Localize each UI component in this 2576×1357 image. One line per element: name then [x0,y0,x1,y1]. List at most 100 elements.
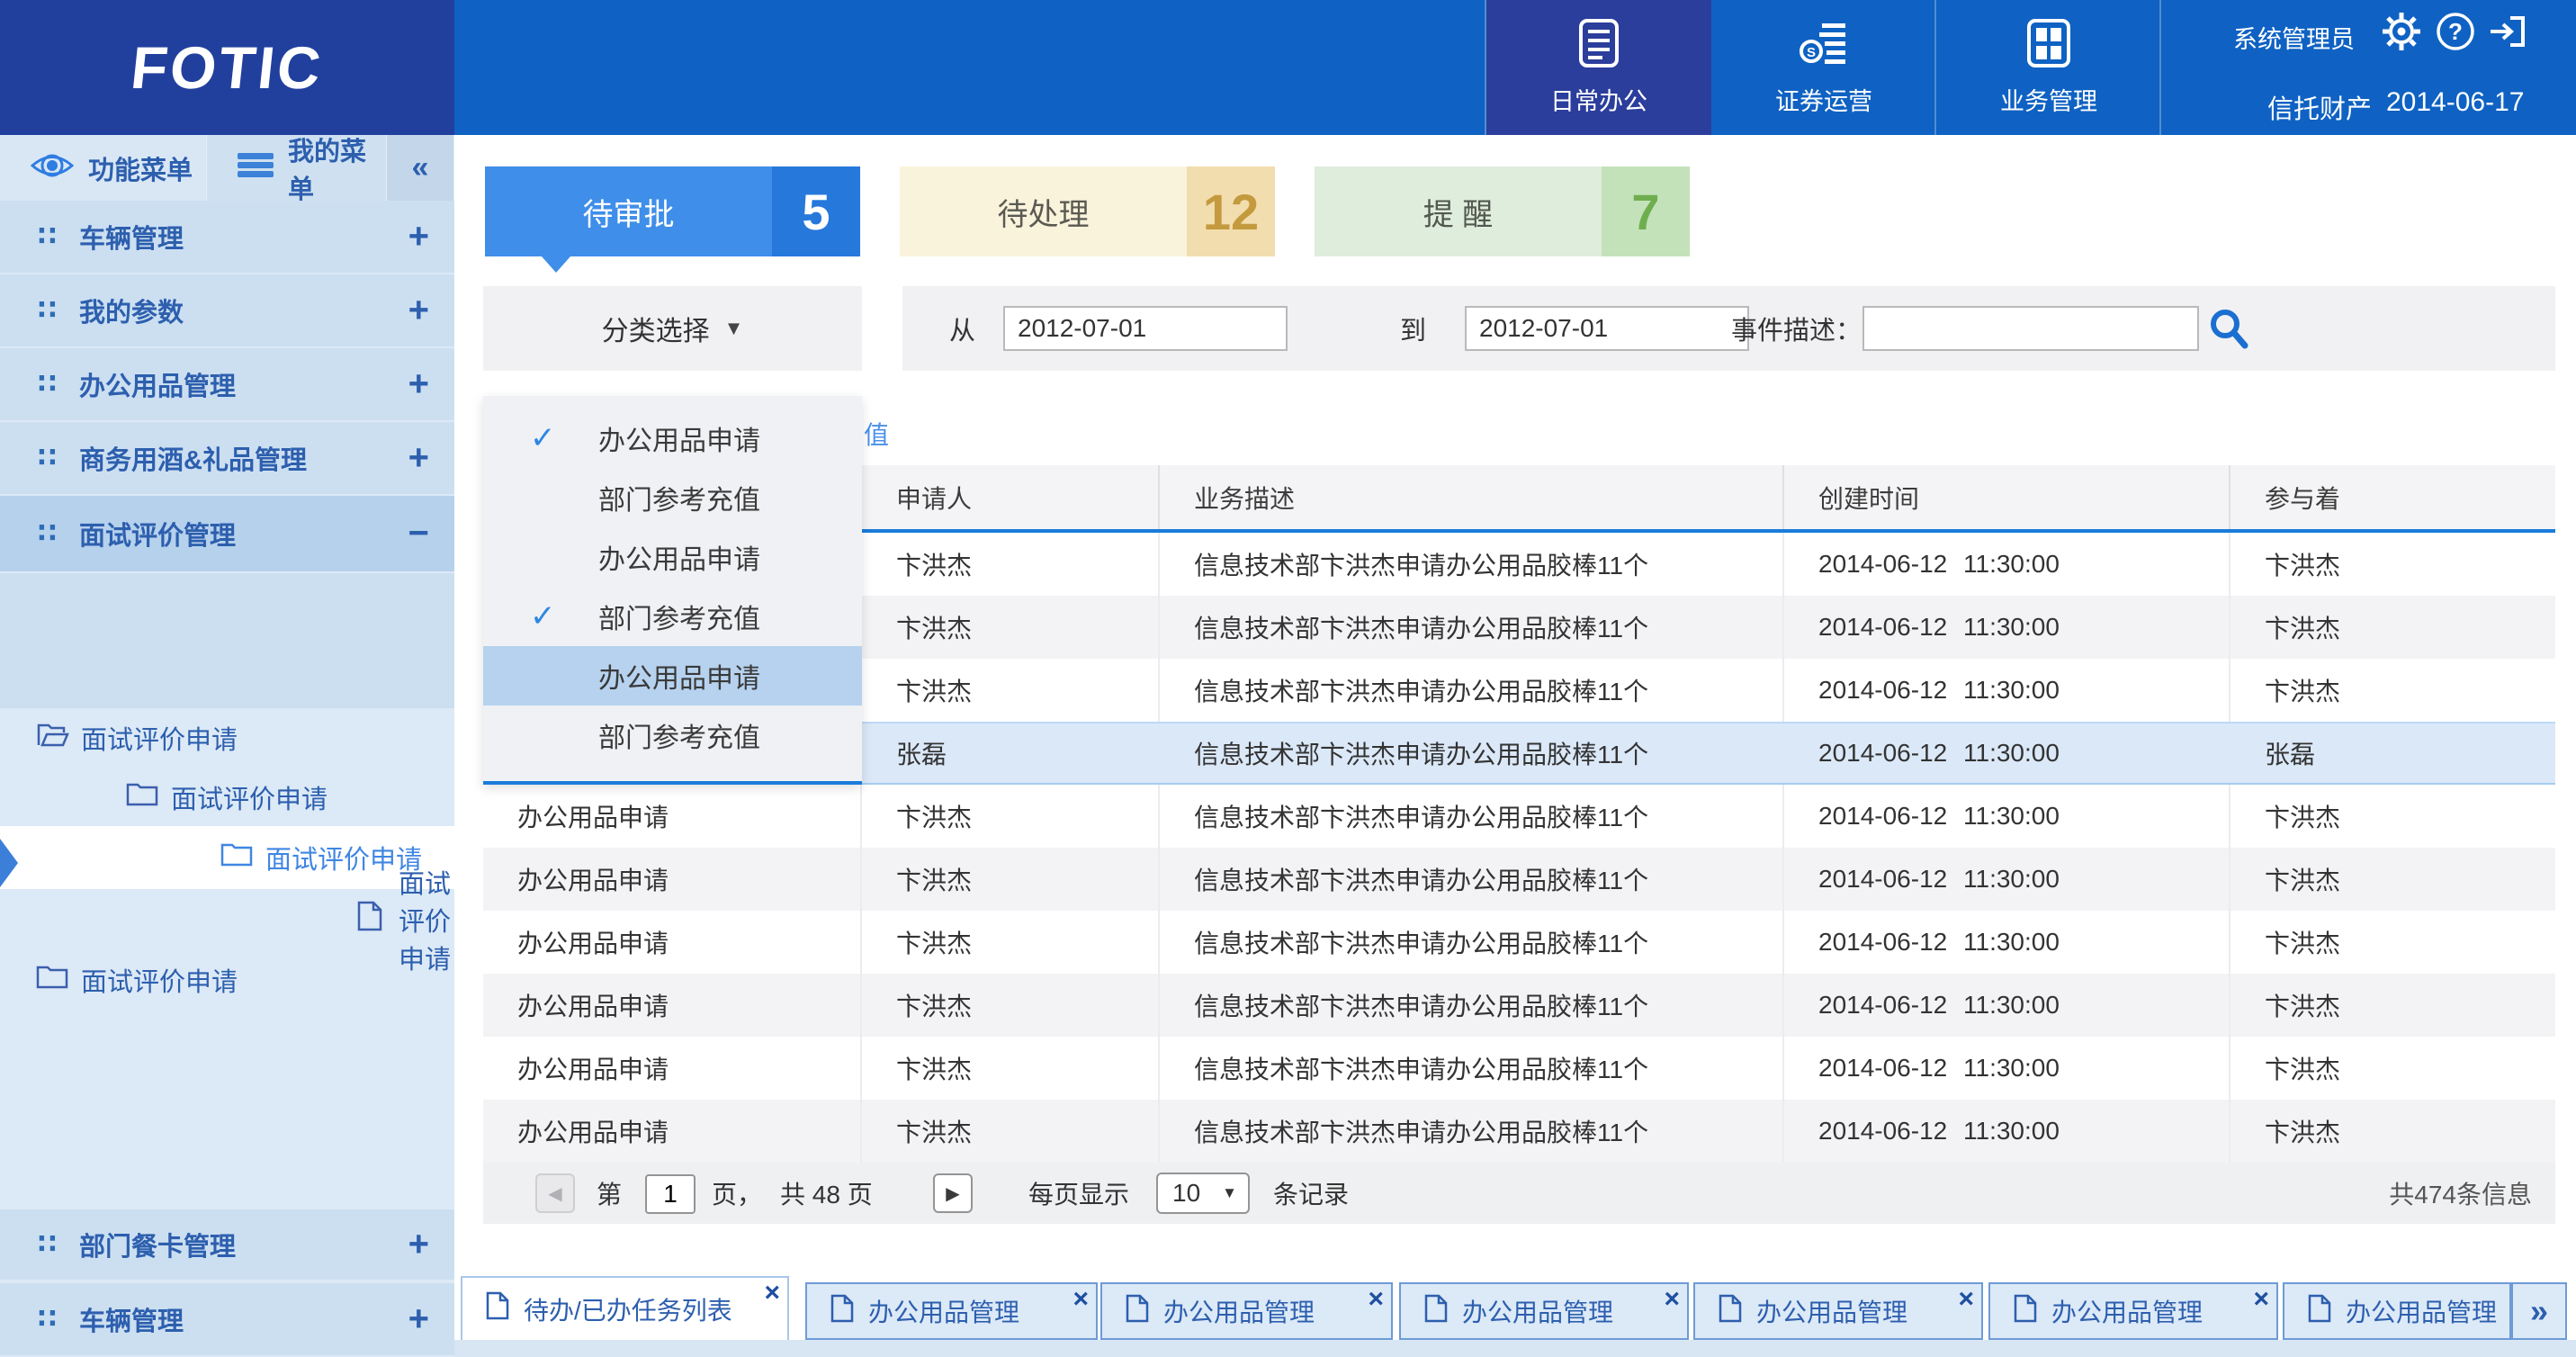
sidebar-tab-label: 功能菜单 [88,149,193,187]
sidebar-item-vehicle-management-2[interactable]: ∷ 车辆管理 + [0,1283,454,1357]
close-icon[interactable]: × [2253,1284,2269,1315]
submenu-item-interview-request[interactable]: 面试评价申请 [0,768,454,826]
sidebar-tab-my-menu[interactable]: 我的菜单 [207,135,387,201]
submenu-item-interview-request[interactable]: 面试评价申请 [0,889,454,949]
bottom-tab-office-supplies[interactable]: 办公用品管理 × [1100,1282,1393,1340]
card-pending-process[interactable]: 待处理 12 [900,166,1275,256]
drag-handle-icon: ∷ [38,1304,57,1335]
logout-icon[interactable] [2487,11,2528,57]
bottom-tab-office-supplies[interactable]: 办公用品管理 [2283,1282,2511,1340]
close-icon[interactable]: × [1958,1284,1974,1315]
dropdown-option[interactable]: 部门参考充值 [483,468,862,527]
sidebar-item-label: 面试评价管理 [79,515,236,553]
clipped-link-text: 值 [864,416,889,452]
folder-icon [36,963,68,997]
submenu-item-interview-request-selected[interactable]: 面试评价申请 [0,826,454,889]
expand-icon[interactable]: + [408,217,429,257]
sidebar-item-business-wine-gifts[interactable]: ∷ 商务用酒&礼品管理 + [0,422,454,496]
close-icon[interactable]: × [764,1278,780,1308]
per-page-select[interactable]: 10 ▼ [1156,1173,1250,1214]
submenu-item-interview-request[interactable]: 面试评价申请 [0,708,454,768]
check-icon: ✓ [530,420,556,456]
card-pending-approval[interactable]: 待审批 5 [485,166,860,256]
tab-overflow-button[interactable]: » [2511,1282,2567,1340]
page-icon [2014,1294,2037,1329]
selected-item-arrow [0,839,18,887]
next-page-button[interactable]: ▶ [933,1173,973,1213]
sidebar-tab-function-menu[interactable]: 功能菜单 [0,135,207,201]
page-icon [1719,1294,1742,1329]
bottom-tab-office-supplies[interactable]: 办公用品管理 × [1399,1282,1689,1340]
category-select-dropdown-trigger[interactable]: 分类选择 ▼ [483,286,862,371]
nav-tab-daily-office[interactable]: 日常办公 [1486,0,1711,135]
submenu-item-interview-request[interactable]: 面试评价申请 [0,949,454,1010]
previous-arrow-icon: ◀ [548,1182,561,1205]
sidebar-tab-label: 我的菜单 [288,130,386,206]
dropdown-option-label: 办公用品申请 [598,656,760,696]
category-dropdown-panel: ✓ 办公用品申请 部门参考充值 办公用品申请 ✓ 部门参考充值 办公用品申请 部… [483,396,862,785]
dropdown-option[interactable]: 办公用品申请 [483,527,862,587]
dropdown-option[interactable]: 部门参考充值 [483,705,862,765]
folder-icon [126,780,158,814]
sidebar-item-vehicle-management[interactable]: ∷ 车辆管理 + [0,201,454,274]
bottom-tab-task-list-active[interactable]: 待办/已办任务列表 × [461,1276,789,1340]
close-icon[interactable]: × [1664,1284,1680,1315]
page-prefix-label: 第 [597,1175,622,1211]
date-to-input[interactable] [1465,306,1749,351]
page-number-input[interactable] [645,1174,696,1214]
card-count-badge: 5 [772,166,860,256]
table-row[interactable]: 办公用品申请 卞洪杰 信息技术部卞洪杰申请办公用品胶棒11个 2014-06-1… [483,848,2555,911]
help-icon[interactable]: ? [2435,11,2476,57]
table-row[interactable]: 办公用品申请 卞洪杰 信息技术部卞洪杰申请办公用品胶棒11个 2014-06-1… [483,974,2555,1037]
expand-icon[interactable]: + [408,438,429,479]
collapse-minus-icon[interactable]: − [408,514,429,554]
per-page-label: 每页显示 [1028,1175,1129,1211]
dropdown-option-highlighted[interactable]: 办公用品申请 [483,646,862,705]
folder-open-icon [36,721,70,755]
expand-icon[interactable]: + [408,364,429,405]
table-row[interactable]: 办公用品申请 卞洪杰 信息技术部卞洪杰申请办公用品胶棒11个 2014-06-1… [483,785,2555,848]
dropdown-option[interactable]: ✓ 部门参考充值 [483,587,862,646]
chevron-down-icon: ▼ [724,317,744,340]
bottom-tab-office-supplies[interactable]: 办公用品管理 × [1693,1282,1983,1340]
page-icon [486,1291,509,1326]
sidebar-collapse-button[interactable]: « [387,135,454,201]
expand-icon[interactable]: + [408,1299,429,1340]
card-label: 待处理 [900,166,1187,256]
file-icon [355,901,384,939]
bottom-tab-office-supplies[interactable]: 办公用品管理 × [805,1282,1098,1340]
submenu-item-label: 面试评价申请 [171,778,328,816]
folder-icon [220,840,253,875]
gear-icon[interactable] [2381,11,2422,57]
sidebar-item-dining-card[interactable]: ∷ 部门餐卡管理 + [0,1208,454,1281]
nav-tab-business[interactable]: 业务管理 [1936,0,2161,135]
card-label: 提 醒 [1315,166,1602,256]
dropdown-option[interactable]: ✓ 办公用品申请 [483,409,862,468]
from-label: 从 [949,310,975,347]
table-row[interactable]: 办公用品申请 卞洪杰 信息技术部卞洪杰申请办公用品胶棒11个 2014-06-1… [483,1100,2555,1163]
event-description-input[interactable] [1862,306,2199,351]
close-icon[interactable]: × [1073,1284,1089,1315]
sidebar-item-interview-evaluation[interactable]: ∷ 面试评价管理 − [0,496,454,573]
close-icon[interactable]: × [1368,1284,1384,1315]
table-row[interactable]: 办公用品申请 卞洪杰 信息技术部卞洪杰申请办公用品胶棒11个 2014-06-1… [483,1037,2555,1100]
sidebar-item-label: 办公用品管理 [79,365,236,403]
search-icon[interactable] [2209,308,2248,355]
sidebar-item-my-parameters[interactable]: ∷ 我的参数 + [0,274,454,348]
table-row[interactable]: 办公用品申请 卞洪杰 信息技术部卞洪杰申请办公用品胶棒11个 2014-06-1… [483,911,2555,974]
expand-icon[interactable]: + [408,291,429,331]
card-count-badge: 12 [1187,166,1275,256]
nav-tab-securities[interactable]: S 证券运营 [1711,0,1936,135]
date-from-input[interactable] [1003,306,1288,351]
bottom-tab-label: 办公用品管理 [868,1293,1019,1329]
card-reminder[interactable]: 提 醒 7 [1315,166,1690,256]
expand-icon[interactable]: + [408,1225,429,1265]
bottom-tab-label: 待办/已办任务列表 [524,1291,732,1327]
previous-page-button[interactable]: ◀ [535,1173,575,1213]
sidebar-item-label: 商务用酒&礼品管理 [79,439,307,477]
total-records-info: 共474条信息 [2389,1175,2532,1211]
chevron-down-icon: ▼ [1222,1184,1237,1202]
bottom-tab-office-supplies[interactable]: 办公用品管理 × [1988,1282,2278,1340]
sidebar-item-office-supplies[interactable]: ∷ 办公用品管理 + [0,348,454,422]
per-page-value: 10 [1172,1179,1200,1208]
